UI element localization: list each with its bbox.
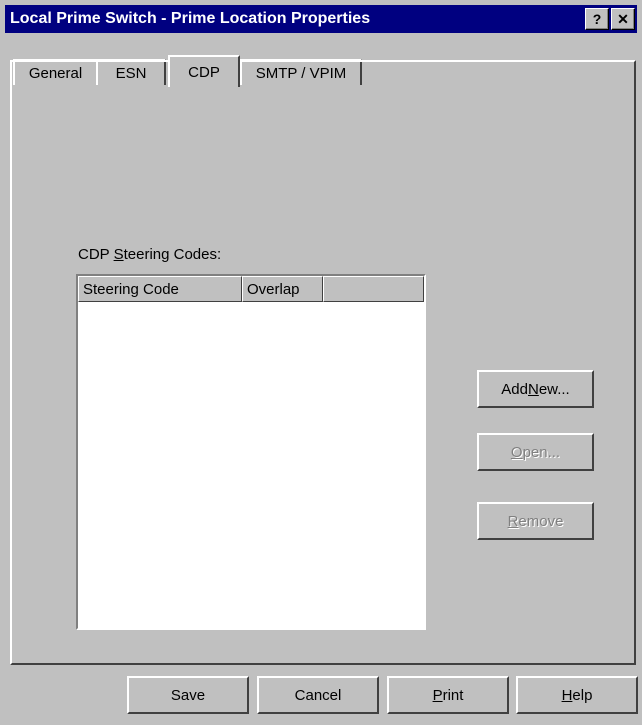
steering-codes-list[interactable]: Steering Code Overlap	[76, 274, 426, 630]
save-button[interactable]: Save	[127, 676, 249, 714]
column-header-empty[interactable]	[323, 276, 424, 302]
help-button[interactable]: Help	[516, 676, 638, 714]
close-icon[interactable]: ✕	[611, 8, 635, 30]
column-header-steering-code[interactable]: Steering Code	[78, 276, 242, 302]
remove-button[interactable]: Remove	[477, 502, 594, 540]
print-button[interactable]: Print	[387, 676, 509, 714]
steering-codes-label: CDP Steering Codes:	[78, 246, 222, 263]
list-header: Steering Code Overlap	[78, 276, 424, 302]
title-bar[interactable]: Local Prime Switch - Prime Location Prop…	[5, 5, 637, 33]
properties-dialog: Local Prime Switch - Prime Location Prop…	[0, 0, 642, 725]
cancel-button[interactable]: Cancel	[257, 676, 379, 714]
column-header-overlap[interactable]: Overlap	[242, 276, 323, 302]
add-new-button[interactable]: Add New...	[477, 370, 594, 408]
tab-cdp[interactable]: CDP	[168, 55, 240, 87]
open-button[interactable]: Open...	[477, 433, 594, 471]
window-title: Local Prime Switch - Prime Location Prop…	[10, 10, 371, 27]
help-icon[interactable]: ?	[585, 8, 609, 30]
tab-label: CDP	[188, 63, 220, 81]
